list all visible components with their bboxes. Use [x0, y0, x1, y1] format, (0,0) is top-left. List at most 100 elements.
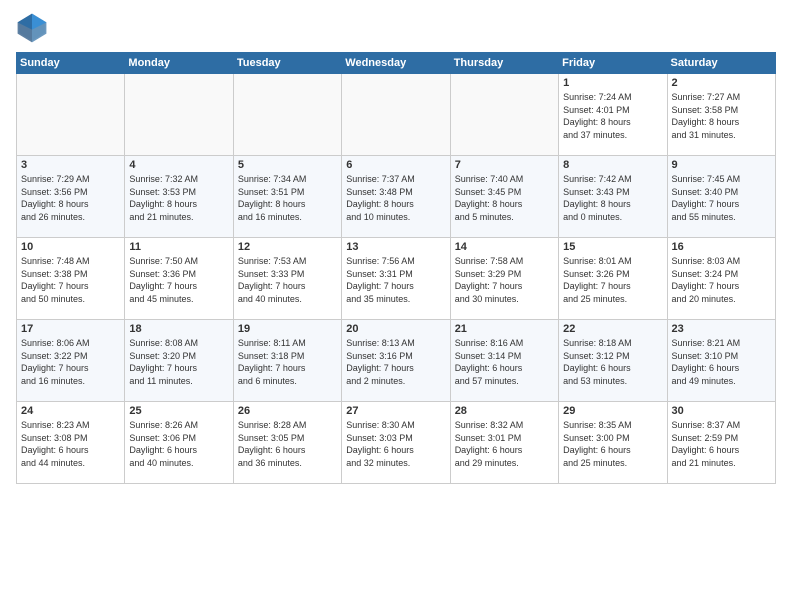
- week-row-2: 10Sunrise: 7:48 AM Sunset: 3:38 PM Dayli…: [17, 238, 776, 320]
- calendar-cell: 20 Sunrise: 8:13 AM Sunset: 3:16 PM Dayli…: [342, 320, 450, 402]
- calendar-cell: 25 Sunrise: 8:26 AM Sunset: 3:06 PM Dayli…: [125, 402, 233, 484]
- week-row-0: 1 Sunrise: 7:24 AM Sunset: 4:01 PM Daylig…: [17, 74, 776, 156]
- day-number: 26: [238, 405, 337, 417]
- day-info: Sunrise: 7:27 AM Sunset: 3:58 PM Dayligh…: [672, 91, 771, 141]
- week-row-4: 24 Sunrise: 8:23 AM Sunset: 3:08 PM Dayli…: [17, 402, 776, 484]
- weekday-saturday: Saturday: [667, 53, 775, 74]
- day-info: Sunrise: 8:23 AM Sunset: 3:08 PM Dayligh…: [21, 419, 120, 469]
- day-number: 15: [563, 241, 662, 253]
- calendar-cell: 16 Sunrise: 8:03 AM Sunset: 3:24 PM Dayli…: [667, 238, 775, 320]
- day-info: Sunrise: 8:37 AM Sunset: 2:59 PM Dayligh…: [672, 419, 771, 469]
- calendar-table: SundayMondayTuesdayWednesdayThursdayFrid…: [16, 52, 776, 484]
- day-number: 1: [563, 77, 662, 89]
- day-number: 8: [563, 159, 662, 171]
- calendar-cell: 4 Sunrise: 7:32 AM Sunset: 3:53 PM Daylig…: [125, 156, 233, 238]
- calendar-cell: 24 Sunrise: 8:23 AM Sunset: 3:08 PM Dayli…: [17, 402, 125, 484]
- calendar-cell: 2Sunrise: 7:27 AM Sunset: 3:58 PM Daylig…: [667, 74, 775, 156]
- day-number: 16: [672, 241, 771, 253]
- day-number: 23: [672, 323, 771, 335]
- calendar-cell: [125, 74, 233, 156]
- day-info: Sunrise: 7:32 AM Sunset: 3:53 PM Dayligh…: [129, 173, 228, 223]
- day-info: Sunrise: 7:50 AM Sunset: 3:36 PM Dayligh…: [129, 255, 228, 305]
- calendar-cell: [233, 74, 341, 156]
- day-info: Sunrise: 8:18 AM Sunset: 3:12 PM Dayligh…: [563, 337, 662, 387]
- day-info: Sunrise: 8:06 AM Sunset: 3:22 PM Dayligh…: [21, 337, 120, 387]
- day-number: 12: [238, 241, 337, 253]
- calendar-cell: 11 Sunrise: 7:50 AM Sunset: 3:36 PM Dayli…: [125, 238, 233, 320]
- calendar-cell: 21 Sunrise: 8:16 AM Sunset: 3:14 PM Dayli…: [450, 320, 558, 402]
- calendar-cell: 12Sunrise: 7:53 AM Sunset: 3:33 PM Dayli…: [233, 238, 341, 320]
- calendar-cell: 26 Sunrise: 8:28 AM Sunset: 3:05 PM Dayli…: [233, 402, 341, 484]
- day-number: 11: [129, 241, 228, 253]
- day-number: 30: [672, 405, 771, 417]
- day-number: 9: [672, 159, 771, 171]
- day-info: Sunrise: 8:30 AM Sunset: 3:03 PM Dayligh…: [346, 419, 445, 469]
- calendar-cell: 23 Sunrise: 8:21 AM Sunset: 3:10 PM Dayli…: [667, 320, 775, 402]
- day-info: Sunrise: 8:13 AM Sunset: 3:16 PM Dayligh…: [346, 337, 445, 387]
- day-info: Sunrise: 7:37 AM Sunset: 3:48 PM Dayligh…: [346, 173, 445, 223]
- day-number: 21: [455, 323, 554, 335]
- calendar-cell: 17 Sunrise: 8:06 AM Sunset: 3:22 PM Dayli…: [17, 320, 125, 402]
- week-row-1: 3Sunrise: 7:29 AM Sunset: 3:56 PM Daylig…: [17, 156, 776, 238]
- weekday-thursday: Thursday: [450, 53, 558, 74]
- calendar-cell: [450, 74, 558, 156]
- weekday-monday: Monday: [125, 53, 233, 74]
- day-number: 24: [21, 405, 120, 417]
- calendar-cell: [17, 74, 125, 156]
- day-number: 4: [129, 159, 228, 171]
- weekday-wednesday: Wednesday: [342, 53, 450, 74]
- day-number: 7: [455, 159, 554, 171]
- day-number: 6: [346, 159, 445, 171]
- calendar-cell: 6 Sunrise: 7:37 AM Sunset: 3:48 PM Daylig…: [342, 156, 450, 238]
- calendar-cell: 10Sunrise: 7:48 AM Sunset: 3:38 PM Dayli…: [17, 238, 125, 320]
- day-info: Sunrise: 7:40 AM Sunset: 3:45 PM Dayligh…: [455, 173, 554, 223]
- calendar-cell: 14 Sunrise: 7:58 AM Sunset: 3:29 PM Dayli…: [450, 238, 558, 320]
- day-info: Sunrise: 7:34 AM Sunset: 3:51 PM Dayligh…: [238, 173, 337, 223]
- calendar-cell: 1 Sunrise: 7:24 AM Sunset: 4:01 PM Daylig…: [559, 74, 667, 156]
- day-info: Sunrise: 8:21 AM Sunset: 3:10 PM Dayligh…: [672, 337, 771, 387]
- day-number: 20: [346, 323, 445, 335]
- day-info: Sunrise: 8:28 AM Sunset: 3:05 PM Dayligh…: [238, 419, 337, 469]
- day-info: Sunrise: 8:01 AM Sunset: 3:26 PM Dayligh…: [563, 255, 662, 305]
- day-number: 28: [455, 405, 554, 417]
- calendar-cell: 27 Sunrise: 8:30 AM Sunset: 3:03 PM Dayli…: [342, 402, 450, 484]
- calendar-cell: 8 Sunrise: 7:42 AM Sunset: 3:43 PM Daylig…: [559, 156, 667, 238]
- day-info: Sunrise: 8:26 AM Sunset: 3:06 PM Dayligh…: [129, 419, 228, 469]
- day-info: Sunrise: 8:11 AM Sunset: 3:18 PM Dayligh…: [238, 337, 337, 387]
- day-number: 25: [129, 405, 228, 417]
- day-info: Sunrise: 8:16 AM Sunset: 3:14 PM Dayligh…: [455, 337, 554, 387]
- day-info: Sunrise: 8:08 AM Sunset: 3:20 PM Dayligh…: [129, 337, 228, 387]
- calendar-cell: 29 Sunrise: 8:35 AM Sunset: 3:00 PM Dayli…: [559, 402, 667, 484]
- day-info: Sunrise: 7:48 AM Sunset: 3:38 PM Dayligh…: [21, 255, 120, 305]
- calendar-cell: 15 Sunrise: 8:01 AM Sunset: 3:26 PM Dayli…: [559, 238, 667, 320]
- calendar-cell: 13Sunrise: 7:56 AM Sunset: 3:31 PM Dayli…: [342, 238, 450, 320]
- calendar-cell: 28Sunrise: 8:32 AM Sunset: 3:01 PM Dayli…: [450, 402, 558, 484]
- day-number: 29: [563, 405, 662, 417]
- calendar-cell: 5 Sunrise: 7:34 AM Sunset: 3:51 PM Daylig…: [233, 156, 341, 238]
- day-number: 17: [21, 323, 120, 335]
- calendar-cell: 19 Sunrise: 8:11 AM Sunset: 3:18 PM Dayli…: [233, 320, 341, 402]
- week-row-3: 17 Sunrise: 8:06 AM Sunset: 3:22 PM Dayli…: [17, 320, 776, 402]
- calendar-cell: 9Sunrise: 7:45 AM Sunset: 3:40 PM Daylig…: [667, 156, 775, 238]
- day-info: Sunrise: 7:58 AM Sunset: 3:29 PM Dayligh…: [455, 255, 554, 305]
- weekday-tuesday: Tuesday: [233, 53, 341, 74]
- day-info: Sunrise: 7:24 AM Sunset: 4:01 PM Dayligh…: [563, 91, 662, 141]
- calendar-cell: [342, 74, 450, 156]
- day-info: Sunrise: 7:42 AM Sunset: 3:43 PM Dayligh…: [563, 173, 662, 223]
- day-info: Sunrise: 7:29 AM Sunset: 3:56 PM Dayligh…: [21, 173, 120, 223]
- weekday-header-row: SundayMondayTuesdayWednesdayThursdayFrid…: [17, 53, 776, 74]
- day-number: 27: [346, 405, 445, 417]
- day-number: 18: [129, 323, 228, 335]
- day-number: 5: [238, 159, 337, 171]
- calendar-cell: 30 Sunrise: 8:37 AM Sunset: 2:59 PM Dayli…: [667, 402, 775, 484]
- calendar-cell: 18 Sunrise: 8:08 AM Sunset: 3:20 PM Dayli…: [125, 320, 233, 402]
- calendar-cell: 22Sunrise: 8:18 AM Sunset: 3:12 PM Dayli…: [559, 320, 667, 402]
- day-number: 14: [455, 241, 554, 253]
- weekday-friday: Friday: [559, 53, 667, 74]
- header: [16, 12, 776, 44]
- page: SundayMondayTuesdayWednesdayThursdayFrid…: [0, 0, 792, 612]
- day-info: Sunrise: 8:35 AM Sunset: 3:00 PM Dayligh…: [563, 419, 662, 469]
- calendar-cell: 3Sunrise: 7:29 AM Sunset: 3:56 PM Daylig…: [17, 156, 125, 238]
- day-number: 19: [238, 323, 337, 335]
- day-info: Sunrise: 8:03 AM Sunset: 3:24 PM Dayligh…: [672, 255, 771, 305]
